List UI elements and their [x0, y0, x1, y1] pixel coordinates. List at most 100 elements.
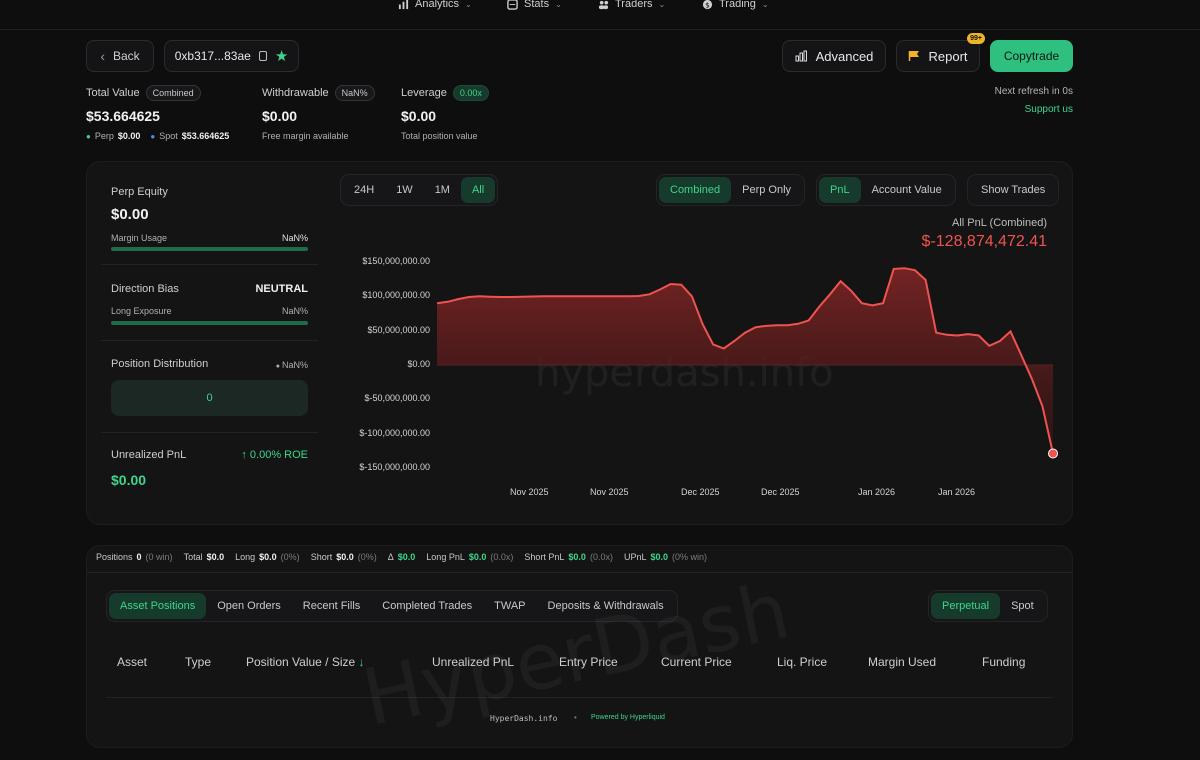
direction-bias-label: Direction Bias	[111, 283, 179, 295]
stat-item: Short $0.0 (0%)	[311, 552, 377, 562]
range-1w[interactable]: 1W	[385, 177, 424, 203]
leverage-tag: 0.00x	[452, 85, 489, 101]
stat-item: Long PnL $0.0 (0.0x)	[426, 552, 513, 562]
withdrawable-block: Withdrawable NaN% $0.00 Free margin avail…	[262, 85, 375, 141]
show-trades-label: Show Trades	[981, 184, 1046, 196]
stat-extra: (0% win)	[672, 552, 708, 562]
nav-traders[interactable]: Traders ⌄	[598, 0, 665, 10]
unrealized-pnl-value: $0.00	[111, 472, 147, 488]
column-header[interactable]: Asset	[117, 655, 147, 669]
footer-powered[interactable]: Powered by Hyperliquid	[591, 714, 665, 721]
position-distribution-pct-value: NaN%	[281, 360, 308, 370]
report-label: Report	[928, 48, 968, 64]
advanced-label: Advanced	[815, 48, 874, 64]
stat-extra: (0.0x)	[589, 552, 613, 562]
copy-icon[interactable]	[258, 51, 267, 61]
range-selector: 24H 1W 1M All	[340, 174, 499, 206]
support-link[interactable]: Support us	[1025, 104, 1073, 115]
nav-label: Trading	[719, 0, 756, 10]
perp-equity-label: Perp Equity	[111, 186, 168, 198]
column-header-label: Position Value / Size	[246, 655, 359, 669]
column-header[interactable]: Funding	[982, 655, 1025, 669]
metric-selector: PnL Account Value	[816, 174, 956, 206]
column-header[interactable]: Type	[185, 655, 211, 669]
stat-value: $0.0	[568, 552, 586, 562]
withdrawable-sub: Free margin available	[262, 131, 349, 141]
divider	[101, 432, 318, 433]
report-badge: 99+	[967, 33, 985, 44]
perp-label: Perp	[94, 131, 114, 141]
chevron-down-icon: ⌄	[555, 0, 562, 9]
column-header[interactable]: Liq. Price	[777, 655, 827, 669]
market-tabs: Perpetual Spot	[928, 590, 1048, 622]
chart-title: All PnL (Combined)	[952, 217, 1047, 229]
address-chip[interactable]: 0xb317...83ae ★	[164, 40, 299, 72]
nav-label: Traders	[615, 0, 653, 10]
tab-open-orders[interactable]: Open Orders	[206, 593, 292, 619]
stat-item: Positions 0 (0 win)	[96, 552, 173, 562]
metric-pnl[interactable]: PnL	[819, 177, 861, 203]
nav-trading[interactable]: $ Trading ⌄	[702, 0, 769, 10]
show-trades-button[interactable]: Show Trades	[967, 174, 1060, 206]
chart-current-value: $-128,874,472.41	[921, 233, 1047, 250]
column-header[interactable]: Margin Used	[868, 655, 936, 669]
copytrade-button[interactable]: Copytrade	[990, 40, 1073, 72]
margin-usage-label: Margin Usage	[111, 233, 168, 243]
chevron-down-icon: ⌄	[658, 0, 666, 9]
flag-icon	[909, 51, 920, 61]
metric-account-value[interactable]: Account Value	[861, 177, 953, 203]
column-header[interactable]: Position Value / Size ↓	[246, 655, 365, 669]
chevron-down-icon: ⌄	[761, 0, 769, 9]
stats-icon	[507, 0, 518, 10]
tab-spot[interactable]: Spot	[1000, 593, 1045, 619]
back-label: Back	[112, 49, 140, 63]
tab-completed-trades[interactable]: Completed Trades	[371, 593, 483, 619]
stat-item: Δ $0.0	[388, 552, 416, 562]
total-value-label: Total Value	[86, 87, 140, 99]
perp-value: $0.00	[117, 131, 141, 141]
stat-label: Total	[183, 552, 203, 562]
nav-analytics[interactable]: Analytics ⌄	[398, 0, 472, 10]
scope-selector: Combined Perp Only	[656, 174, 806, 206]
combined-tag: Combined	[145, 85, 201, 101]
current-point[interactable]	[1048, 448, 1058, 459]
tab-asset-positions[interactable]: Asset Positions	[109, 593, 207, 619]
total-value-block: Total Value Combined $53.664625 ● Perp $0…	[86, 85, 229, 141]
svg-text:$: $	[705, 0, 710, 9]
position-distribution-label: Position Distribution	[111, 358, 209, 370]
scope-combined[interactable]: Combined	[659, 177, 732, 203]
stat-label: Short	[310, 552, 333, 562]
direction-bias-value: NEUTRAL	[255, 283, 308, 295]
stat-item: UPnL $0.0 (0% win)	[624, 552, 707, 562]
range-24h[interactable]: 24H	[343, 177, 385, 203]
tab-recent-fills[interactable]: Recent Fills	[292, 593, 371, 619]
tab-perpetual[interactable]: Perpetual	[931, 593, 1001, 619]
bar-chart-icon	[795, 50, 807, 62]
back-button[interactable]: ‹ Back	[86, 40, 154, 72]
wallet-address: 0xb317...83ae	[174, 49, 251, 63]
range-1m[interactable]: 1M	[424, 177, 461, 203]
unrealized-pnl-label: Unrealized PnL	[111, 449, 187, 461]
report-button[interactable]: Report 99+	[896, 33, 985, 72]
stat-label: Δ	[387, 552, 394, 562]
leverage-sub: Total position value	[401, 131, 478, 141]
stat-label: Long	[235, 552, 256, 562]
advanced-button[interactable]: Advanced	[782, 40, 886, 72]
star-icon[interactable]: ★	[275, 47, 288, 65]
stat-value: $0.0	[468, 552, 487, 562]
stat-extra: (0%)	[280, 552, 300, 562]
spot-dot-icon: ●	[150, 131, 156, 141]
stat-label: Positions	[96, 552, 133, 562]
divider	[87, 572, 1072, 573]
stat-value: $0.0	[336, 552, 354, 562]
nav-label: Stats	[524, 0, 550, 10]
long-exposure-bar	[111, 321, 308, 325]
range-all[interactable]: All	[460, 177, 496, 203]
stat-item: Total $0.0	[184, 552, 225, 562]
tab-twap[interactable]: TWAP	[483, 593, 536, 619]
pnl-chart-svg	[436, 267, 1058, 459]
users-icon	[598, 0, 609, 9]
nav-stats[interactable]: Stats ⌄	[507, 0, 562, 10]
position-distribution-pct: ● NaN%	[258, 360, 308, 370]
scope-perp-only[interactable]: Perp Only	[731, 177, 802, 203]
